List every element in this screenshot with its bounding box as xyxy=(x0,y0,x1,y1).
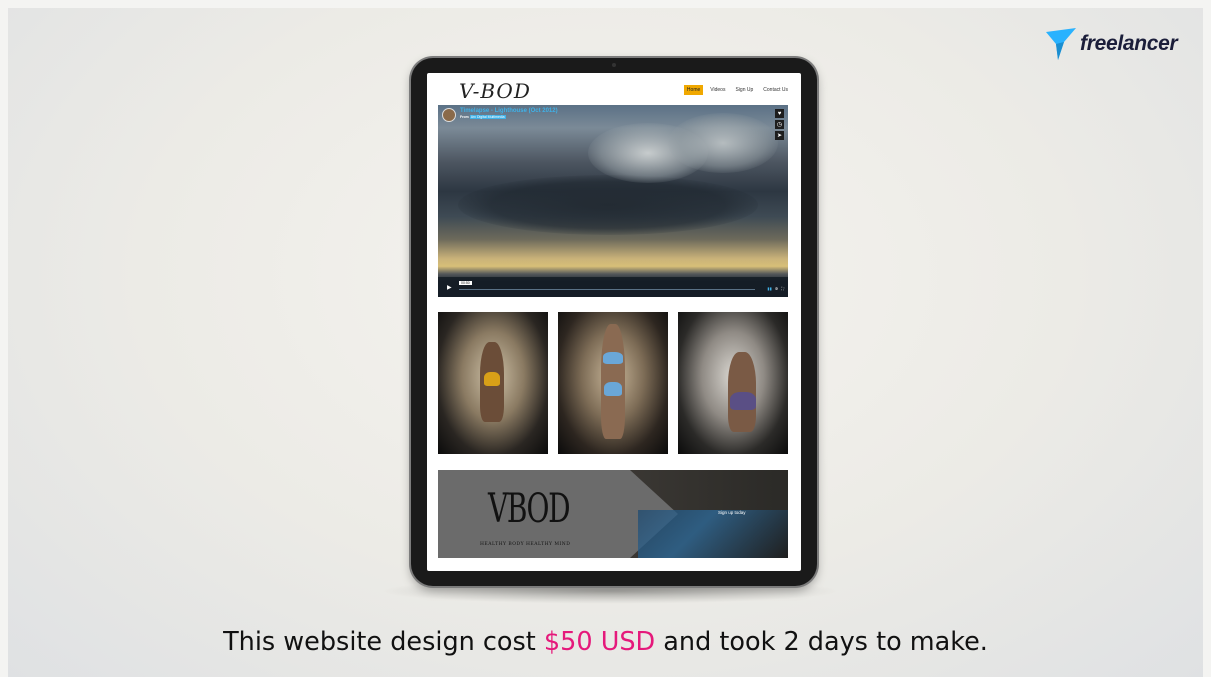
video-channel-link[interactable]: Arc Digital Multimedia xyxy=(469,115,506,119)
video-controls-right: ▮▮ ✲ ⛶ xyxy=(767,286,784,291)
caption-text: This website design cost $50 USD and too… xyxy=(0,627,1211,657)
video-frame-cloud xyxy=(458,175,758,235)
banner-logo: VBOD xyxy=(488,486,571,532)
caption-suffix: and took 2 days to make. xyxy=(655,627,988,657)
heart-icon[interactable]: ♥ xyxy=(775,109,784,118)
video-side-actions: ♥ ◷ ➤ xyxy=(775,109,784,140)
nav-item-sign-up[interactable]: Sign Up xyxy=(732,85,756,95)
freelancer-logo: freelancer xyxy=(1046,26,1196,62)
caption-price: $50 USD xyxy=(543,627,656,657)
video-frame-cloud xyxy=(668,113,778,173)
video-control-bar: ▶ 00:50 ▮▮ ✲ ⛶ xyxy=(438,277,788,297)
tablet-screen: V-BOD Home Videos Sign Up Contact Us Tim… xyxy=(427,73,801,571)
banner-image xyxy=(638,510,788,558)
banner-tagline: HEALTHY BODY HEALTHY MIND xyxy=(480,542,571,547)
signup-cta-link[interactable]: Sign up today xyxy=(718,510,746,515)
freelancer-bird-icon xyxy=(1046,28,1076,60)
video-time: 00:50 xyxy=(459,281,472,285)
nav-item-home[interactable]: Home xyxy=(683,85,704,95)
site-logo[interactable]: V-BOD xyxy=(459,79,531,103)
nav-item-videos[interactable]: Videos xyxy=(707,85,728,95)
volume-icon[interactable]: ▮▮ xyxy=(767,286,771,291)
settings-icon[interactable]: ✲ xyxy=(775,286,778,291)
freelancer-logo-text: freelancer xyxy=(1080,32,1178,55)
send-icon[interactable]: ➤ xyxy=(775,131,784,140)
video-player[interactable]: Timelapse - Lighthouse (Oct 2012) From A… xyxy=(438,105,788,297)
photo-garment xyxy=(604,382,622,396)
tablet-device: V-BOD Home Videos Sign Up Contact Us Tim… xyxy=(411,58,817,586)
signup-banner[interactable]: VBOD HEALTHY BODY HEALTHY MIND Sign up t… xyxy=(438,470,788,558)
video-from-label: From xyxy=(460,115,469,119)
video-byline: From Arc Digital Multimedia xyxy=(460,115,558,120)
photo-garment xyxy=(730,392,756,410)
fullscreen-icon[interactable]: ⛶ xyxy=(781,286,784,291)
video-header: Timelapse - Lighthouse (Oct 2012) From A… xyxy=(442,108,558,122)
gallery-photo-1[interactable] xyxy=(438,312,548,454)
video-progress-bar[interactable] xyxy=(459,289,755,290)
clock-icon[interactable]: ◷ xyxy=(775,120,784,129)
nav-item-contact-us[interactable]: Contact Us xyxy=(760,85,791,95)
photo-garment xyxy=(484,372,500,386)
tablet-camera xyxy=(612,63,616,67)
channel-avatar[interactable] xyxy=(442,108,456,122)
video-title[interactable]: Timelapse - Lighthouse (Oct 2012) xyxy=(460,108,558,115)
gallery-photo-2[interactable] xyxy=(558,312,668,454)
play-icon[interactable]: ▶ xyxy=(447,284,452,291)
photo-garment xyxy=(603,352,623,364)
caption-prefix: This website design cost xyxy=(223,627,544,657)
gallery-photo-3[interactable] xyxy=(678,312,788,454)
site-nav: Home Videos Sign Up Contact Us xyxy=(683,85,791,95)
